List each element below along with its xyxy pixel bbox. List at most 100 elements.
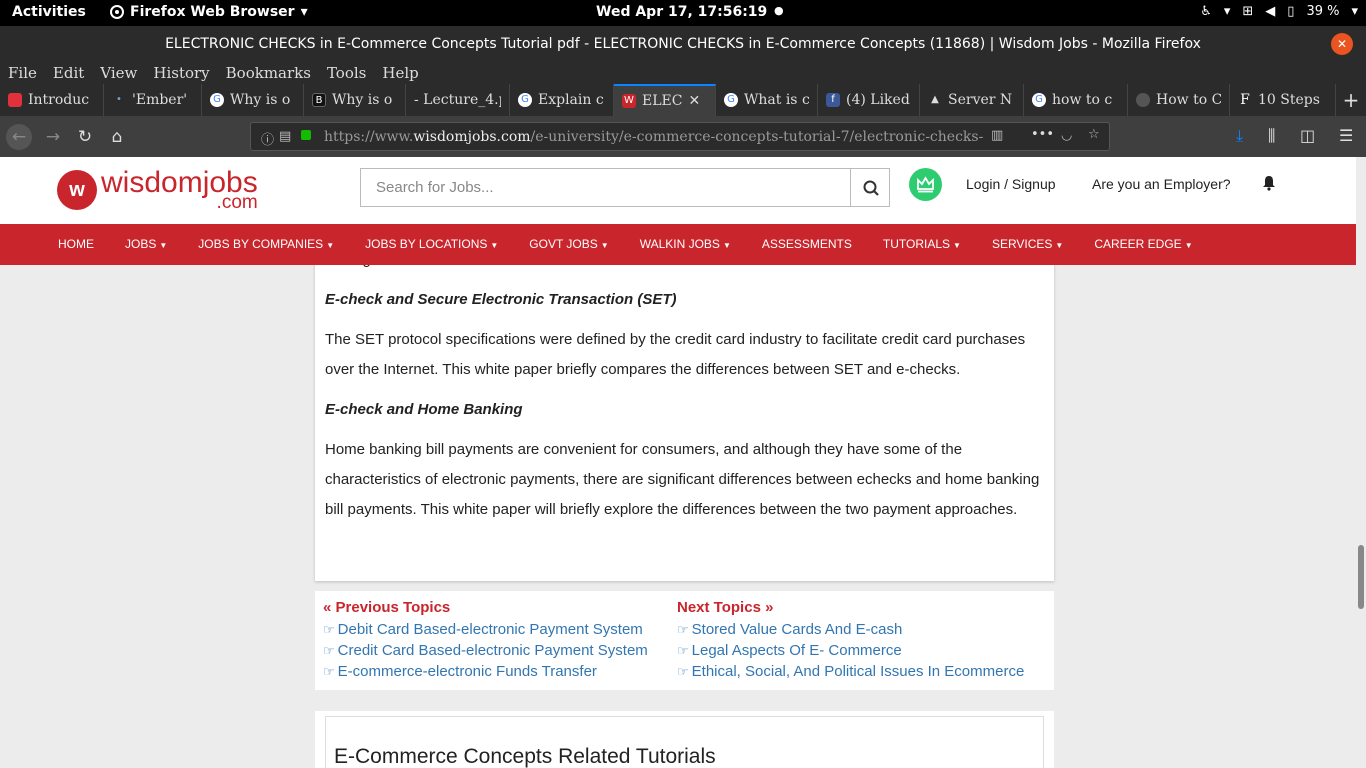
volume-icon[interactable]: ◀ [1265, 4, 1275, 19]
nav-govt-jobs[interactable]: GOVT JOBS ▼ [529, 224, 608, 265]
nav-walkin-jobs[interactable]: WALKIN JOBS ▼ [640, 224, 731, 265]
crown-icon[interactable] [909, 168, 942, 201]
scrollbar-thumb[interactable] [1358, 545, 1364, 609]
menu-file[interactable]: File [8, 62, 37, 84]
page-actions-icon[interactable]: ••• [1031, 127, 1054, 142]
permissions-icon[interactable]: ▤ [279, 129, 291, 144]
app-menu[interactable]: Firefox Web Browser ▾ [110, 4, 308, 20]
wisdomjobs-logo[interactable]: w wisdomjobs .com [57, 168, 258, 212]
employer-link[interactable]: Are you an Employer? [1092, 176, 1231, 192]
google-icon: G [518, 93, 532, 107]
activities-button[interactable]: Activities [12, 4, 86, 20]
job-search [360, 168, 851, 207]
menu-tools[interactable]: Tools [327, 62, 366, 84]
browser-tab[interactable]: • 'Ember' [104, 84, 202, 116]
new-tab-button[interactable]: + [1336, 84, 1366, 116]
chevron-down-icon: ▾ [300, 4, 308, 20]
window-title: ELECTRONIC CHECKS in E-Commerce Concepts… [165, 36, 1201, 52]
browser-tab[interactable]: G Explain c [510, 84, 614, 116]
tab-favicon-icon [1136, 93, 1150, 107]
topic-link[interactable]: ☞ Debit Card Based-electronic Payment Sys… [323, 619, 648, 640]
wisdomjobs-logo-mark: w [57, 170, 97, 210]
sidebar-icon[interactable]: ◫ [1300, 126, 1315, 145]
topic-link[interactable]: ☞ Ethical, Social, And Political Issues I… [677, 661, 1024, 682]
pointing-hand-icon: ☞ [323, 643, 335, 658]
menu-help[interactable]: Help [382, 62, 418, 84]
forward-button[interactable]: → [40, 124, 66, 150]
browser-tab[interactable]: - Lecture_4.p [406, 84, 510, 116]
nav-jobs[interactable]: JOBS ▼ [125, 224, 167, 265]
nav-assessments[interactable]: ASSESSMENTS [762, 224, 852, 265]
search-input[interactable] [361, 169, 851, 206]
facebook-icon: f [826, 93, 840, 107]
close-window-button[interactable]: ✕ [1331, 33, 1353, 55]
system-tray[interactable]: ♿ ▾ ⊞ ◀ ▯ 39 % ▾ [1200, 4, 1358, 19]
accessibility-icon[interactable]: ♿ [1200, 4, 1212, 19]
pocket-icon[interactable]: ◡ [1061, 128, 1072, 143]
previous-topics: « Previous Topics ☞ Debit Card Based-elec… [323, 599, 648, 682]
browser-tab[interactable]: Ghow to c [1024, 84, 1128, 116]
nav-tutorials[interactable]: TUTORIALS ▼ [883, 224, 961, 265]
hamburger-menu-icon[interactable]: ☰ [1339, 126, 1353, 145]
back-button[interactable]: ← [6, 124, 32, 150]
topic-link[interactable]: ☞ E-commerce-electronic Funds Transfer [323, 661, 648, 682]
reload-button[interactable]: ↻ [72, 124, 98, 150]
caret-down-icon: ▼ [1055, 241, 1064, 250]
battery-icon[interactable]: ▯ [1287, 4, 1294, 19]
search-button[interactable] [850, 168, 890, 207]
browser-tab[interactable]: F 10 Steps [1230, 84, 1336, 116]
app-name: Firefox Web Browser [130, 4, 295, 20]
browser-tab[interactable]: G Why is o [202, 84, 304, 116]
article-paragraph: Home banking bill payments are convenien… [325, 441, 1040, 518]
info-icon[interactable]: ⓘ [261, 129, 274, 148]
browser-tab[interactable]: f (4) Liked [818, 84, 920, 116]
caret-down-icon: ▼ [722, 241, 731, 250]
network-icon[interactable]: ⊞ [1242, 4, 1253, 19]
tab-favicon-icon: F [1240, 92, 1250, 108]
nav-home[interactable]: HOME [58, 224, 94, 265]
menu-edit[interactable]: Edit [53, 62, 84, 84]
reader-view-icon[interactable]: ▥ [991, 128, 1003, 143]
login-signup-link[interactable]: Login / Signup [966, 176, 1056, 192]
menu-history[interactable]: History [153, 62, 209, 84]
close-tab-icon[interactable]: ✕ [688, 93, 700, 109]
library-icon[interactable]: ⫼ [1268, 126, 1275, 146]
next-topics-title: Next Topics » [677, 599, 774, 616]
menu-view[interactable]: View [100, 62, 137, 84]
nav-jobs-by-companies[interactable]: JOBS BY COMPANIES ▼ [198, 224, 334, 265]
tab-favicon-icon: • [116, 94, 122, 105]
nav-services[interactable]: SERVICES ▼ [992, 224, 1063, 265]
page-scrollbar[interactable] [1356, 157, 1366, 768]
bookmark-star-icon[interactable]: ☆ [1088, 127, 1100, 142]
related-tutorials-title: E-Commerce Concepts Related Tutorials [334, 745, 716, 768]
bell-icon[interactable] [1262, 175, 1276, 195]
related-tutorials: E-Commerce Concepts Related Tutorials [315, 711, 1054, 768]
notification-dot-icon: ● [774, 4, 784, 17]
firefox-icon [110, 5, 124, 19]
previous-topics-title: « Previous Topics [323, 599, 451, 616]
menu-bookmarks[interactable]: Bookmarks [226, 62, 311, 84]
browser-tab-active[interactable]: W ELEC ✕ [614, 84, 716, 116]
topic-link[interactable]: ☞ Credit Card Based-electronic Payment Sy… [323, 640, 648, 661]
browser-tab[interactable]: ▲ Server N [920, 84, 1024, 116]
caret-down-icon: ▼ [1184, 241, 1193, 250]
url-text[interactable]: https://www.wisdomjobs.com/e-university/… [324, 129, 984, 145]
article-paragraph: The SET protocol specifications were def… [325, 331, 1026, 378]
google-icon: G [724, 93, 738, 107]
nav-jobs-by-locations[interactable]: JOBS BY LOCATIONS ▼ [365, 224, 498, 265]
section-heading: E-check and Secure Electronic Transactio… [325, 291, 677, 308]
topic-link[interactable]: ☞ Legal Aspects Of E- Commerce [677, 640, 1024, 661]
home-button[interactable]: ⌂ [104, 124, 130, 150]
clock[interactable]: Wed Apr 17, 17:56:19 [596, 4, 767, 20]
downloads-icon[interactable]: ⤓ [1236, 126, 1243, 146]
browser-tab[interactable]: G What is c [716, 84, 818, 116]
tab-favicon-icon [8, 93, 22, 107]
browser-tab[interactable]: How to C [1128, 84, 1230, 116]
browser-tab[interactable]: B Why is o [304, 84, 406, 116]
address-bar[interactable]: ⓘ ▤ https://www.wisdomjobs.com/e-univers… [250, 122, 1110, 151]
caret-down-icon: ▼ [326, 241, 335, 250]
browser-tab[interactable]: Introduc [0, 84, 104, 116]
topic-link[interactable]: ☞ Stored Value Cards And E-cash [677, 619, 1024, 640]
pointing-hand-icon: ☞ [677, 643, 689, 658]
nav-career-edge[interactable]: CAREER EDGE ▼ [1094, 224, 1192, 265]
